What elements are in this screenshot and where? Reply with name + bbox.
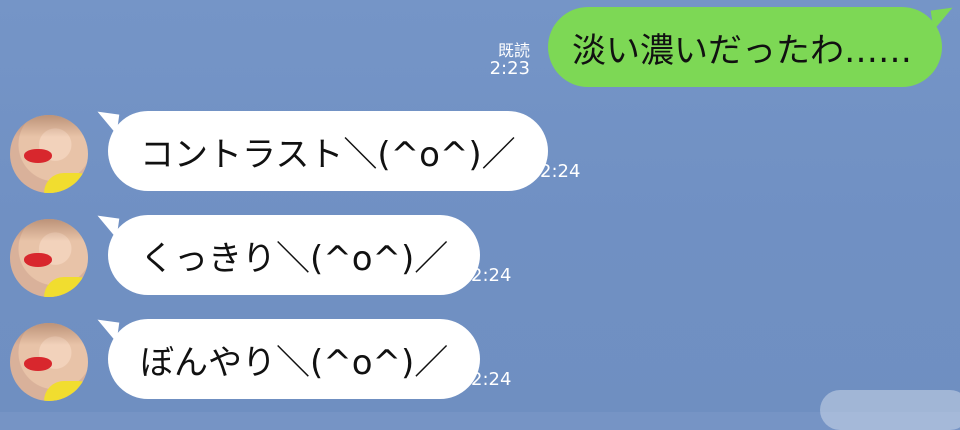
message-text: コントラスト＼(^o^)／	[140, 134, 516, 175]
message-time: 2:24	[540, 161, 581, 182]
incoming-message-row: コントラスト＼(^o^)／	[10, 111, 548, 193]
incoming-message-row: ぼんやり＼(^o^)／	[10, 319, 481, 401]
outgoing-message-row: 既読 2:23 淡い濃いだったわ……	[490, 7, 956, 87]
outgoing-meta: 既読 2:23	[490, 43, 530, 79]
message-text: 淡い濃いだったわ……	[572, 30, 912, 71]
incoming-message-bubble[interactable]: コントラスト＼(^o^)／	[94, 111, 548, 191]
background-cloud	[820, 390, 960, 430]
avatar-hair	[10, 323, 88, 345]
outgoing-message-bubble[interactable]: 淡い濃いだったわ……	[548, 7, 956, 87]
message-text: くっきり＼(^o^)／	[140, 238, 449, 279]
bubble-tail	[94, 319, 120, 343]
avatar-shirt	[44, 381, 88, 401]
incoming-message-bubble[interactable]: ぼんやり＼(^o^)／	[94, 319, 481, 399]
avatar-lips	[24, 253, 52, 267]
bubble-tail	[94, 111, 120, 135]
avatar-shirt	[44, 173, 88, 193]
incoming-message-bubble[interactable]: くっきり＼(^o^)／	[94, 215, 481, 295]
avatar[interactable]	[10, 219, 88, 297]
avatar[interactable]	[10, 115, 88, 193]
avatar-lips	[24, 149, 52, 163]
bubble-tail	[930, 7, 956, 31]
message-time: 2:23	[489, 58, 530, 80]
message-time: 2:24	[471, 265, 512, 286]
chat-area: 既読 2:23 淡い濃いだったわ…… コントラスト＼(^o^)／ 2:24 くっ…	[0, 0, 960, 430]
avatar-hair	[10, 115, 88, 137]
avatar-lips	[24, 357, 52, 371]
avatar-hair	[10, 219, 88, 241]
message-time: 2:24	[471, 369, 512, 390]
avatar-shirt	[44, 277, 88, 297]
avatar[interactable]	[10, 323, 88, 401]
incoming-message-row: くっきり＼(^o^)／	[10, 215, 481, 297]
message-text: ぼんやり＼(^o^)／	[140, 342, 449, 383]
bubble-tail	[94, 215, 120, 239]
